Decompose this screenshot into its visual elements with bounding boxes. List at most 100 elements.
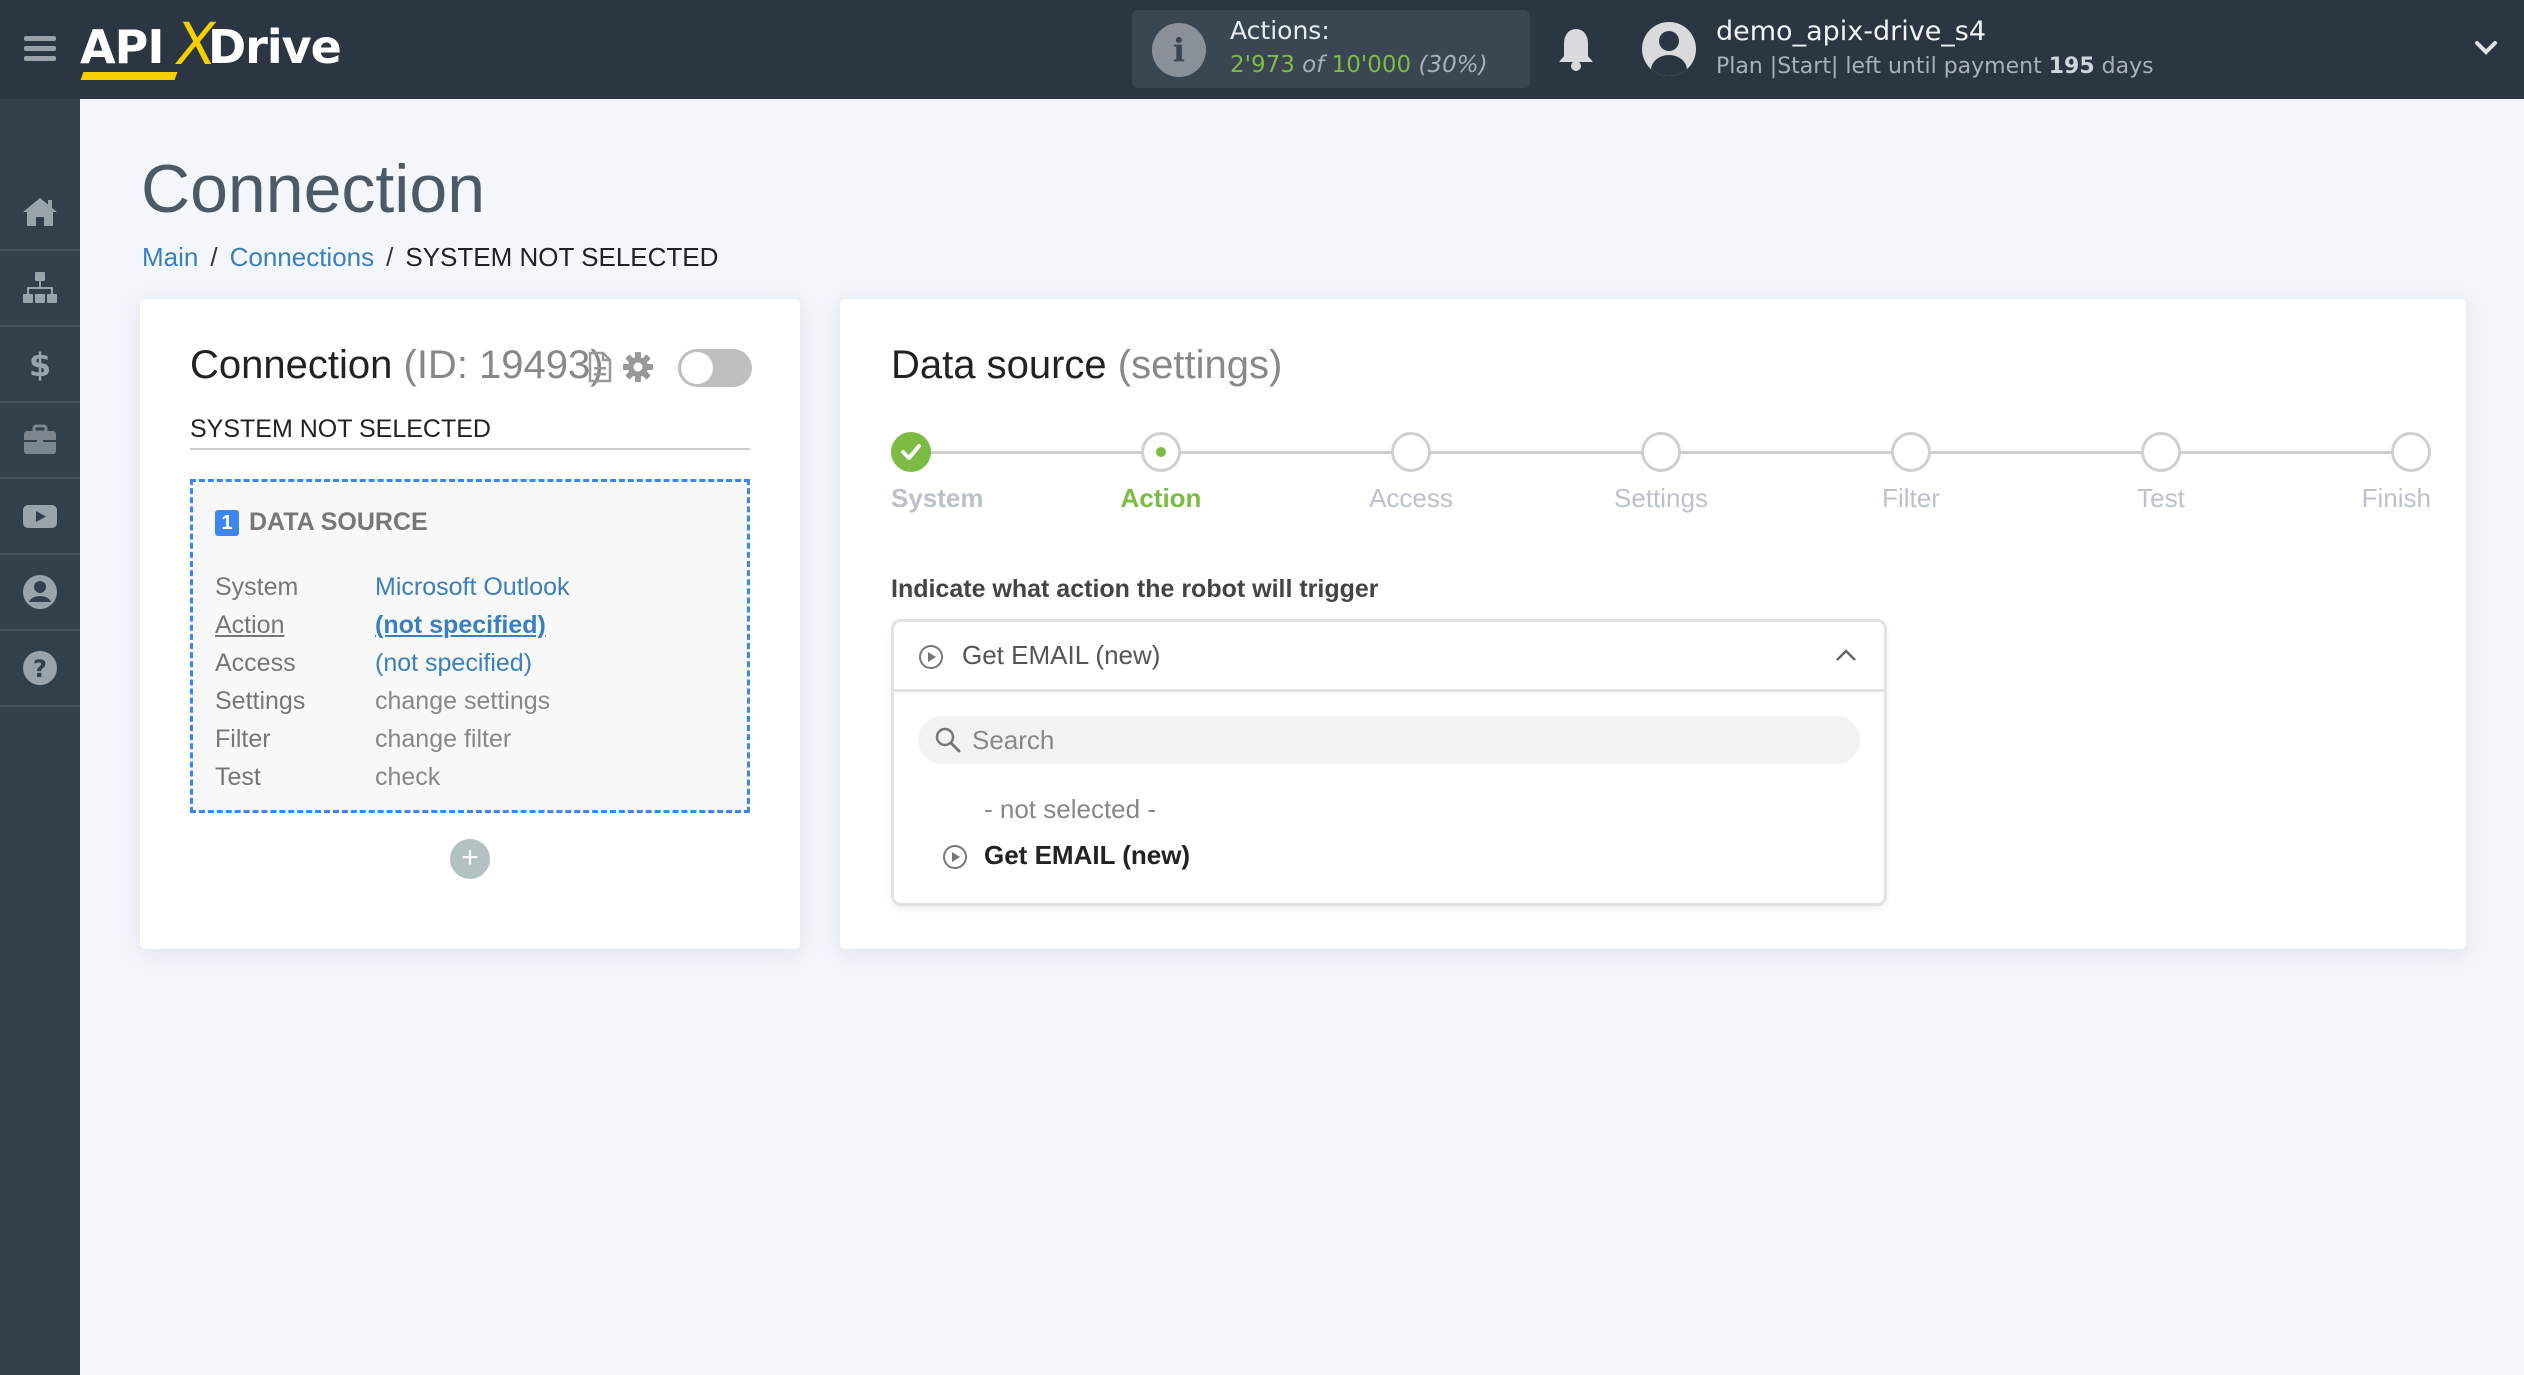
plan-days-suffix: days [2101,54,2154,79]
ds-key: Test [215,763,261,791]
avatar-body [1651,55,1687,76]
step-circle[interactable] [891,432,931,472]
step-circle[interactable] [2141,432,2181,472]
connection-title: Connection (ID: 19493) [190,343,604,388]
ds-row-test: Test check [215,758,570,796]
dollar-icon: $ [29,346,51,384]
connection-title-text: Connection [190,343,393,387]
connection-panel: Connection (ID: 19493) SYSTEM NOT SELECT… [140,299,800,949]
youtube-icon [23,505,57,528]
step-circle[interactable] [2391,432,2431,472]
step-circle[interactable] [1891,432,1931,472]
sidebar-item-billing[interactable]: $ [0,327,80,403]
sidebar-item-home[interactable] [0,99,80,251]
breadcrumb-separator: / [210,242,218,272]
logo-drive: Drive [208,20,342,74]
hamburger-icon-bar [24,46,56,51]
briefcase-icon [24,424,56,454]
chevron-up-icon[interactable] [1834,646,1858,664]
step-label: Access [1369,483,1453,513]
action-search-input[interactable] [972,724,1832,756]
step-label: System [891,483,984,513]
breadcrumb-main[interactable]: Main [142,242,198,272]
plan-prefix: Plan |Start| left until payment [1716,54,2042,79]
action-dropdown-toggle[interactable]: Get EMAIL (new) [894,622,1884,692]
breadcrumb-current: SYSTEM NOT SELECTED [405,242,719,272]
top-header: API X Drive i Actions: 2'973 of 10'000 (… [0,0,2524,99]
action-dropdown-selected: Get EMAIL (new) [962,640,1161,670]
ds-action-value-link[interactable]: (not specified) [375,606,546,644]
add-block-button[interactable]: + [450,839,490,879]
ds-access-value-link[interactable]: (not specified) [375,644,532,682]
plan-info: Plan |Start| left until payment 195 days [1716,54,2154,79]
sidebar-item-account[interactable] [0,555,80,631]
logo-api: API [80,20,164,74]
option-label: - not selected - [984,794,1156,824]
question-circle-icon: ? [23,651,57,685]
ds-row-access: Access (not specified) [215,644,570,682]
check-icon [901,444,921,460]
step-circle[interactable] [1141,432,1181,472]
gear-icon[interactable] [622,351,654,383]
data-source-title: DATA SOURCE [249,508,428,536]
system-name-field[interactable]: SYSTEM NOT SELECTED [190,415,750,450]
action-field-label: Indicate what action the robot will trig… [891,575,1379,603]
active-dot [1156,447,1166,457]
data-source-header: 1 DATA SOURCE [215,508,428,537]
ds-action-key-link[interactable]: Action [215,606,375,644]
actions-used: 2'973 [1230,52,1295,78]
dropdown-option-not-selected[interactable]: - not selected - [894,788,1884,832]
dropdown-option-get-email[interactable]: Get EMAIL (new) [894,834,1884,878]
data-source-settings-panel: Data source (settings) System Action Acces… [840,299,2466,949]
sidebar: $ ? [0,99,80,1375]
actions-percent: (30%) [1418,52,1488,78]
plan-days-count: 195 [2048,54,2095,79]
actions-count: 2'973 of 10'000 (30%) [1230,52,1488,78]
ds-key: Settings [215,687,306,715]
ds-filter-value[interactable]: change filter [375,720,511,758]
user-circle-icon [23,575,57,609]
ds-row-system: System Microsoft Outlook [215,568,570,606]
play-circle-icon [919,645,943,669]
ds-test-value[interactable]: check [375,758,440,796]
connection-id: (ID: 19493) [403,343,604,387]
action-dropdown[interactable]: Get EMAIL (new) - not selected - Get EMA… [891,619,1887,906]
sidebar-item-help[interactable]: ? [0,631,80,707]
settings-subtitle: (settings) [1117,343,1283,387]
breadcrumb-separator: / [386,242,394,272]
ds-settings-value[interactable]: change settings [375,682,550,720]
option-label: Get EMAIL (new) [984,840,1191,870]
avatar-head [1659,31,1679,51]
chevron-down-icon[interactable] [2474,38,2498,58]
data-source-number-badge: 1 [215,509,239,536]
ds-row-action: Action (not specified) [215,606,570,644]
step-circle[interactable] [1641,432,1681,472]
svg-text:?: ? [33,655,47,683]
menu-toggle-button[interactable] [24,36,56,62]
notifications-bell-icon[interactable] [1556,26,1596,72]
play-circle-icon [943,845,967,869]
sidebar-item-briefcase[interactable] [0,403,80,479]
user-avatar[interactable] [1642,22,1696,76]
sidebar-item-connections[interactable] [0,251,80,327]
step-circle[interactable] [1391,432,1431,472]
page-title: Connection [141,151,486,227]
actions-label: Actions: [1230,16,1330,45]
data-source-block[interactable]: 1 DATA SOURCE System Microsoft Outlook A… [190,479,750,813]
step-label: Action [1120,483,1202,513]
user-name[interactable]: demo_apix-drive_s4 [1716,16,1986,47]
ds-key: Filter [215,725,271,753]
data-source-rows: System Microsoft Outlook Action (not spe… [215,568,570,796]
ds-key: System [215,573,299,601]
search-icon [935,727,961,753]
actions-usage-widget[interactable]: i Actions: 2'973 of 10'000 (30%) [1132,10,1530,88]
connection-enabled-toggle[interactable] [678,349,752,387]
breadcrumb-connections[interactable]: Connections [230,242,375,272]
sidebar-item-video[interactable] [0,479,80,555]
step-label: Finish [2361,483,2431,513]
ds-system-value-link[interactable]: Microsoft Outlook [375,568,570,606]
svg-text:$: $ [29,346,51,384]
document-icon[interactable] [588,351,612,383]
step-label: Settings [1614,483,1708,513]
ds-key: Access [215,649,296,677]
